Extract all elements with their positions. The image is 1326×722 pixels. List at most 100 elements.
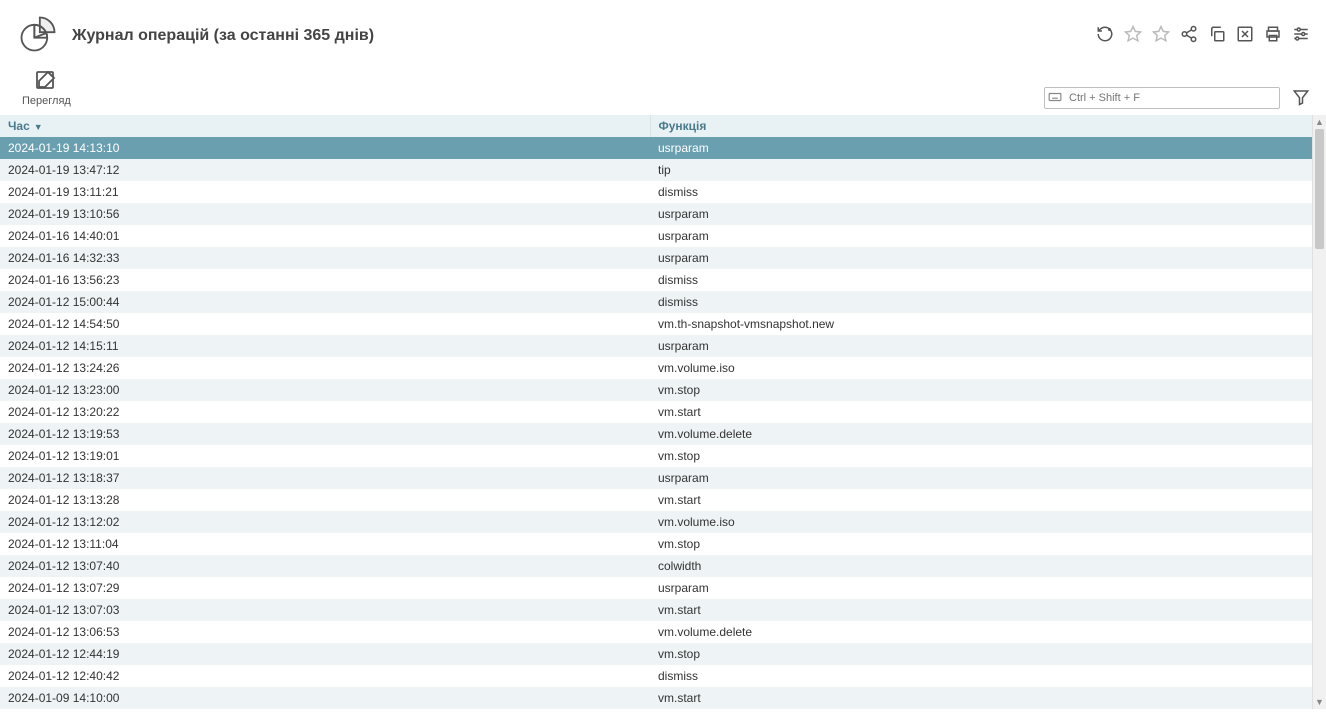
table-row[interactable]: 2024-01-19 13:47:12tip: [0, 159, 1312, 181]
page-title: Журнал операцій (за останні 365 днів): [72, 27, 374, 45]
cell-func: dismiss: [650, 269, 1312, 291]
table-row[interactable]: 2024-01-12 13:19:53vm.volume.delete: [0, 423, 1312, 445]
table-row[interactable]: 2024-01-12 13:24:26vm.volume.iso: [0, 357, 1312, 379]
cell-func: usrparam: [650, 225, 1312, 247]
cell-func: vm.stop: [650, 533, 1312, 555]
cell-func: vm.volume.iso: [650, 511, 1312, 533]
toolbar: Перегляд: [0, 67, 1326, 115]
cell-time: 2024-01-16 14:40:01: [0, 225, 650, 247]
cell-time: 2024-01-12 13:07:03: [0, 599, 650, 621]
cell-time: 2024-01-12 13:11:04: [0, 533, 650, 555]
cell-time: 2024-01-12 13:12:02: [0, 511, 650, 533]
cell-time: 2024-01-12 13:24:26: [0, 357, 650, 379]
table-row[interactable]: 2024-01-16 14:40:01usrparam: [0, 225, 1312, 247]
scroll-down-arrow-icon[interactable]: ▼: [1313, 695, 1326, 709]
sort-desc-icon: ▼: [34, 122, 43, 132]
col-header-func-label: Функція: [659, 119, 707, 133]
table-header-row: Час ▼ Функція: [0, 115, 1312, 137]
search-wrap: [1044, 87, 1280, 109]
header-left: Журнал операцій (за останні 365 днів): [16, 12, 374, 59]
cell-func: usrparam: [650, 247, 1312, 269]
cell-time: 2024-01-12 13:20:22: [0, 401, 650, 423]
cell-func: vm.start: [650, 687, 1312, 709]
cell-time: 2024-01-12 13:19:53: [0, 423, 650, 445]
table-row[interactable]: 2024-01-12 13:13:28vm.start: [0, 489, 1312, 511]
table-row[interactable]: 2024-01-12 12:44:19vm.stop: [0, 643, 1312, 665]
table-row[interactable]: 2024-01-16 14:32:33usrparam: [0, 247, 1312, 269]
table-row[interactable]: 2024-01-12 13:07:03vm.start: [0, 599, 1312, 621]
cell-func: usrparam: [650, 577, 1312, 599]
cell-func: vm.start: [650, 401, 1312, 423]
table-row[interactable]: 2024-01-12 13:18:37usrparam: [0, 467, 1312, 489]
col-header-func[interactable]: Функція: [650, 115, 1312, 137]
cell-func: vm.stop: [650, 379, 1312, 401]
table-row[interactable]: 2024-01-12 15:00:44dismiss: [0, 291, 1312, 313]
table-row[interactable]: 2024-01-12 13:23:00vm.stop: [0, 379, 1312, 401]
cell-func: tip: [650, 159, 1312, 181]
table-row[interactable]: 2024-01-19 13:11:21dismiss: [0, 181, 1312, 203]
cell-time: 2024-01-19 14:13:10: [0, 137, 650, 159]
table-row[interactable]: 2024-01-12 13:11:04vm.stop: [0, 533, 1312, 555]
view-button[interactable]: Перегляд: [16, 67, 77, 109]
cell-func: dismiss: [650, 665, 1312, 687]
star-outline-icon[interactable]: [1124, 25, 1142, 46]
table-row[interactable]: 2024-01-12 13:06:53vm.volume.delete: [0, 621, 1312, 643]
cell-time: 2024-01-12 14:54:50: [0, 313, 650, 335]
copy-icon[interactable]: [1208, 25, 1226, 46]
cell-func: dismiss: [650, 181, 1312, 203]
cell-func: vm.volume.delete: [650, 423, 1312, 445]
page-header: Журнал операцій (за останні 365 днів): [0, 0, 1326, 67]
toolbar-right: [1044, 87, 1310, 109]
table-row[interactable]: 2024-01-12 14:54:50vm.th-snapshot-vmsnap…: [0, 313, 1312, 335]
vertical-scrollbar[interactable]: ▲ ▼: [1312, 115, 1326, 709]
operations-table: Час▼ Функція 2024-01-19 14:13:10usrparam…: [0, 115, 1312, 709]
table-row[interactable]: 2024-01-19 14:13:10usrparam: [0, 137, 1312, 159]
export-x-icon[interactable]: [1236, 25, 1254, 46]
print-icon[interactable]: [1264, 25, 1282, 46]
col-header-time-label: Час: [8, 119, 30, 133]
cell-time: 2024-01-12 13:07:40: [0, 555, 650, 577]
filter-icon[interactable]: [1292, 88, 1310, 109]
table-row[interactable]: 2024-01-12 13:07:29usrparam: [0, 577, 1312, 599]
cell-func: vm.stop: [650, 643, 1312, 665]
star-icon[interactable]: [1152, 25, 1170, 46]
scroll-up-arrow-icon[interactable]: ▲: [1313, 115, 1326, 129]
cell-time: 2024-01-12 13:13:28: [0, 489, 650, 511]
cell-time: 2024-01-12 13:19:01: [0, 445, 650, 467]
col-header-time[interactable]: Час ▼: [0, 115, 650, 137]
scroll-track[interactable]: [1313, 129, 1326, 695]
refresh-icon[interactable]: [1096, 25, 1114, 46]
header-right: [1096, 25, 1310, 46]
search-input[interactable]: [1044, 87, 1280, 109]
cell-time: 2024-01-09 14:10:00: [0, 687, 650, 709]
table-row[interactable]: 2024-01-12 13:12:02vm.volume.iso: [0, 511, 1312, 533]
cell-time: 2024-01-12 13:23:00: [0, 379, 650, 401]
cell-time: 2024-01-19 13:11:21: [0, 181, 650, 203]
cell-func: usrparam: [650, 137, 1312, 159]
cell-time: 2024-01-12 13:07:29: [0, 577, 650, 599]
view-button-label: Перегляд: [22, 95, 71, 107]
cell-func: usrparam: [650, 203, 1312, 225]
table-row[interactable]: 2024-01-12 14:15:11usrparam: [0, 335, 1312, 357]
table-row[interactable]: 2024-01-12 13:07:40colwidth: [0, 555, 1312, 577]
table-row[interactable]: 2024-01-12 13:19:01vm.stop: [0, 445, 1312, 467]
share-icon[interactable]: [1180, 25, 1198, 46]
table-row[interactable]: 2024-01-12 13:20:22vm.start: [0, 401, 1312, 423]
table-wrap: Час▼ Функція 2024-01-19 14:13:10usrparam…: [0, 115, 1326, 709]
cell-func: vm.start: [650, 599, 1312, 621]
settings-sliders-icon[interactable]: [1292, 25, 1310, 46]
table-row[interactable]: 2024-01-16 13:56:23dismiss: [0, 269, 1312, 291]
cell-func: colwidth: [650, 555, 1312, 577]
cell-time: 2024-01-12 12:40:42: [0, 665, 650, 687]
table-row[interactable]: 2024-01-19 13:10:56usrparam: [0, 203, 1312, 225]
cell-time: 2024-01-12 14:15:11: [0, 335, 650, 357]
cell-func: vm.start: [650, 489, 1312, 511]
cell-func: usrparam: [650, 467, 1312, 489]
cell-time: 2024-01-16 13:56:23: [0, 269, 650, 291]
table-row[interactable]: 2024-01-09 14:10:00vm.start: [0, 687, 1312, 709]
scroll-thumb[interactable]: [1315, 129, 1324, 249]
cell-time: 2024-01-12 12:44:19: [0, 643, 650, 665]
cell-func: vm.stop: [650, 445, 1312, 467]
cell-func: vm.volume.iso: [650, 357, 1312, 379]
table-row[interactable]: 2024-01-12 12:40:42dismiss: [0, 665, 1312, 687]
